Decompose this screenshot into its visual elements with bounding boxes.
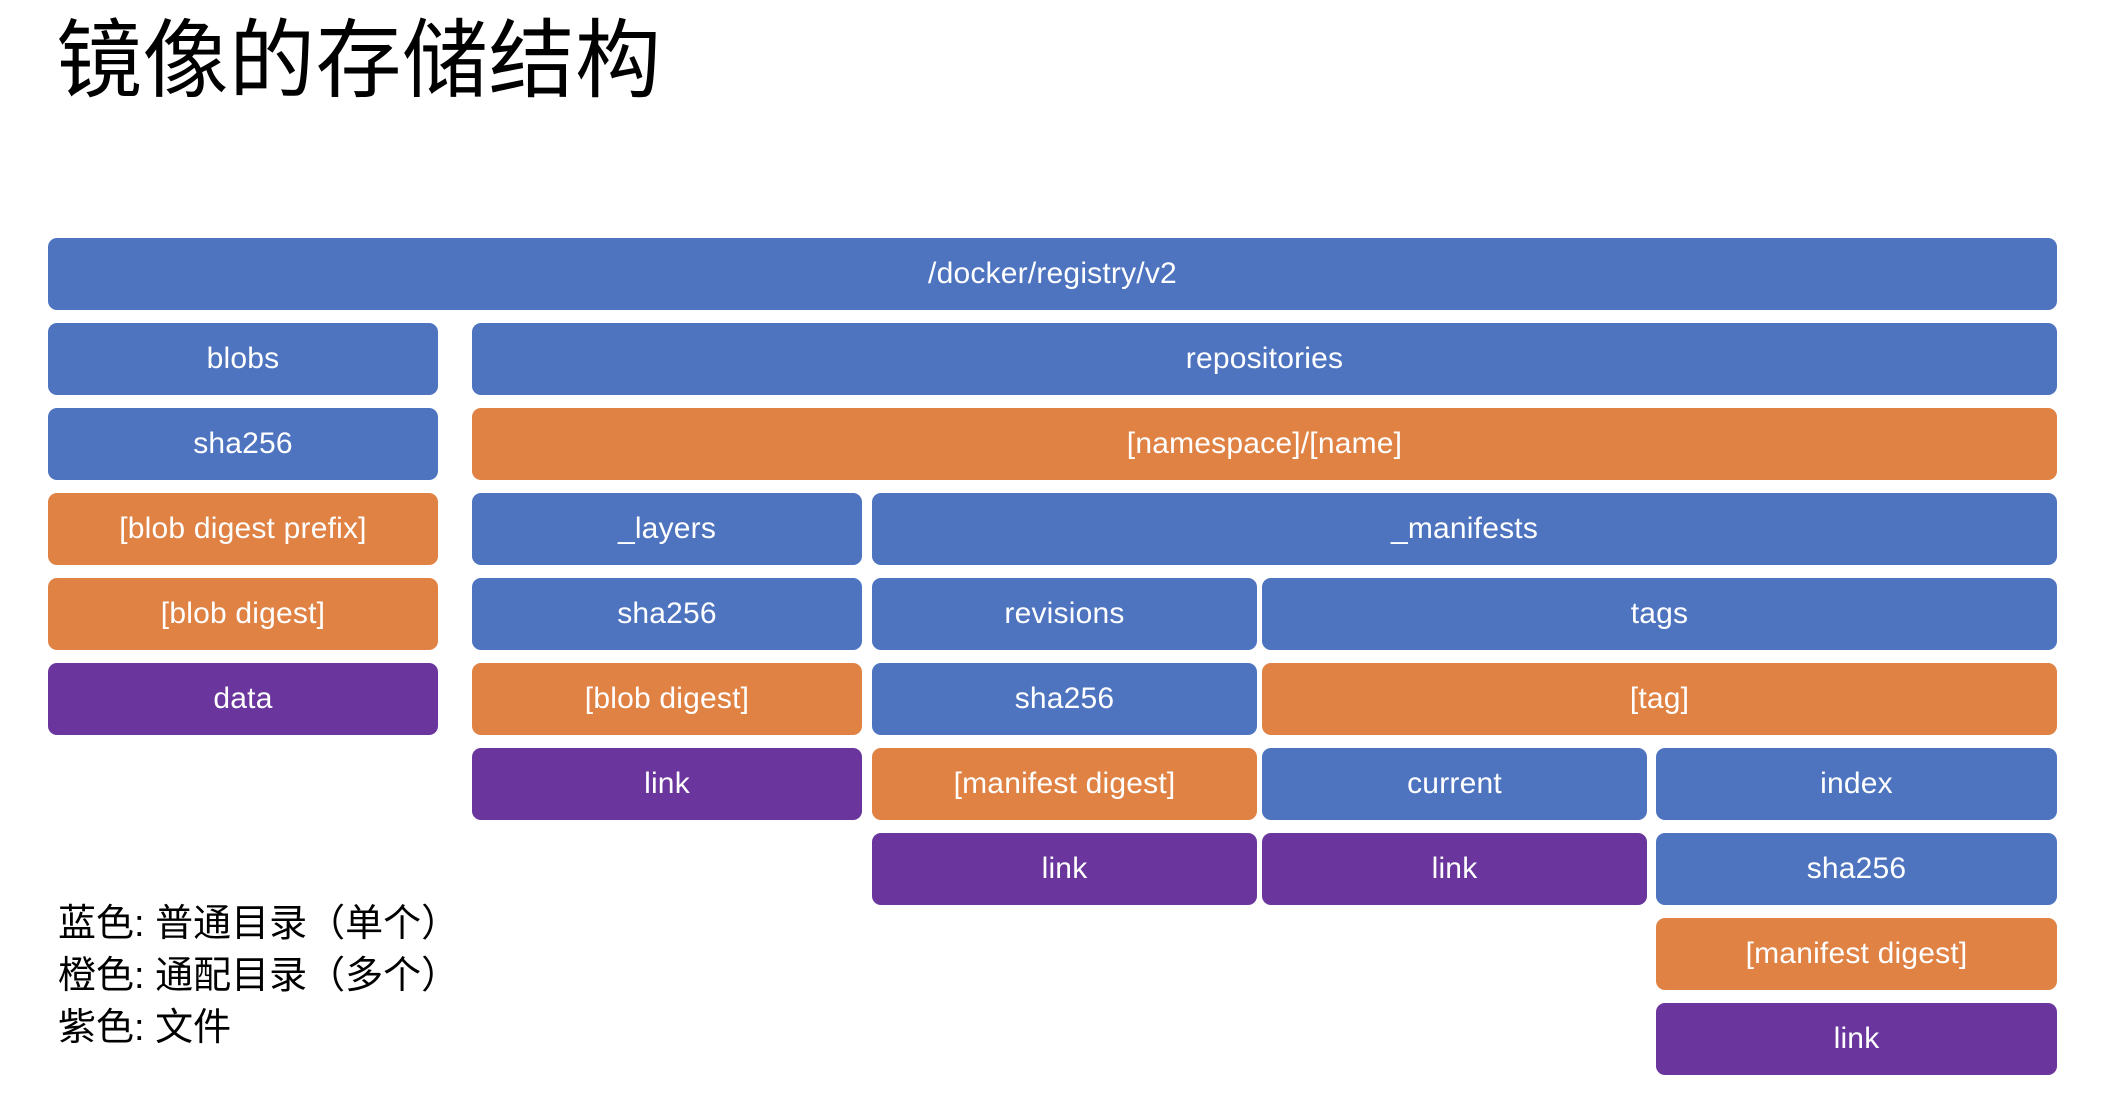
node-label: /docker/registry/v2 <box>928 257 1177 290</box>
node-revisions-link-file[interactable]: link <box>872 833 1257 905</box>
node-index-sha256[interactable]: sha256 <box>1656 833 2057 905</box>
legend-line-purple: 紫色: 文件 <box>58 1007 232 1049</box>
node-tag[interactable]: [tag] <box>1262 663 2057 735</box>
node-index-manifest-digest[interactable]: [manifest digest] <box>1656 918 2057 990</box>
node-label: index <box>1820 767 1893 800</box>
node-current[interactable]: current <box>1262 748 1647 820</box>
node-index[interactable]: index <box>1656 748 2057 820</box>
node-layers-blob-digest[interactable]: [blob digest] <box>472 663 862 735</box>
legend-line-orange: 橙色: 通配目录（多个） <box>58 955 460 997</box>
node-label: [manifest digest] <box>1745 937 1968 970</box>
legend: 蓝色: 普通目录（单个） 橙色: 通配目录（多个） 紫色: 文件 <box>58 898 459 1054</box>
node-revisions-manifest-digest[interactable]: [manifest digest] <box>872 748 1257 820</box>
node-blobs[interactable]: blobs <box>48 323 438 395</box>
node-label: sha256 <box>1806 852 1907 885</box>
node-label: _manifests <box>1390 512 1539 545</box>
slide-canvas: 镜像的存储结构 /docker/registry/v2 blobs reposi… <box>0 0 2104 1114</box>
node-label: revisions <box>1004 597 1125 630</box>
node-label: sha256 <box>193 427 293 460</box>
node-current-link-file[interactable]: link <box>1262 833 1647 905</box>
node-label: link <box>1833 1022 1880 1055</box>
node-blob-digest[interactable]: [blob digest] <box>48 578 438 650</box>
node-label: sha256 <box>1014 682 1115 715</box>
node-label: link <box>644 767 690 800</box>
node-label: [tag] <box>1629 682 1690 715</box>
page-title: 镜像的存储结构 <box>56 13 662 109</box>
node-data-file[interactable]: data <box>48 663 438 735</box>
legend-line-blue: 蓝色: 普通目录（单个） <box>58 903 460 945</box>
node-label: [blob digest] <box>584 682 750 715</box>
node-label: [manifest digest] <box>953 767 1176 800</box>
node-layers-sha256[interactable]: sha256 <box>472 578 862 650</box>
node-layers[interactable]: _layers <box>472 493 862 565</box>
node-docker-registry-v2[interactable]: /docker/registry/v2 <box>48 238 2057 310</box>
node-revisions[interactable]: revisions <box>872 578 1257 650</box>
node-index-link-file[interactable]: link <box>1656 1003 2057 1075</box>
node-manifests[interactable]: _manifests <box>872 493 2057 565</box>
node-label: data <box>213 682 273 715</box>
node-label: sha256 <box>617 597 717 630</box>
node-revisions-sha256[interactable]: sha256 <box>872 663 1257 735</box>
node-namespace-name[interactable]: [namespace]/[name] <box>472 408 2057 480</box>
node-label: [blob digest prefix] <box>119 512 367 545</box>
node-label: link <box>1041 852 1088 885</box>
node-repositories[interactable]: repositories <box>472 323 2057 395</box>
node-tags[interactable]: tags <box>1262 578 2057 650</box>
node-label: tags <box>1630 597 1689 630</box>
node-label: link <box>1431 852 1478 885</box>
node-label: blobs <box>206 342 280 375</box>
node-label: _layers <box>617 512 717 545</box>
node-label: current <box>1407 767 1502 800</box>
node-blobs-sha256[interactable]: sha256 <box>48 408 438 480</box>
node-layers-link-file[interactable]: link <box>472 748 862 820</box>
node-label: [namespace]/[name] <box>1126 427 1403 460</box>
node-label: repositories <box>1185 342 1344 375</box>
node-blob-digest-prefix[interactable]: [blob digest prefix] <box>48 493 438 565</box>
node-label: [blob digest] <box>160 597 326 630</box>
